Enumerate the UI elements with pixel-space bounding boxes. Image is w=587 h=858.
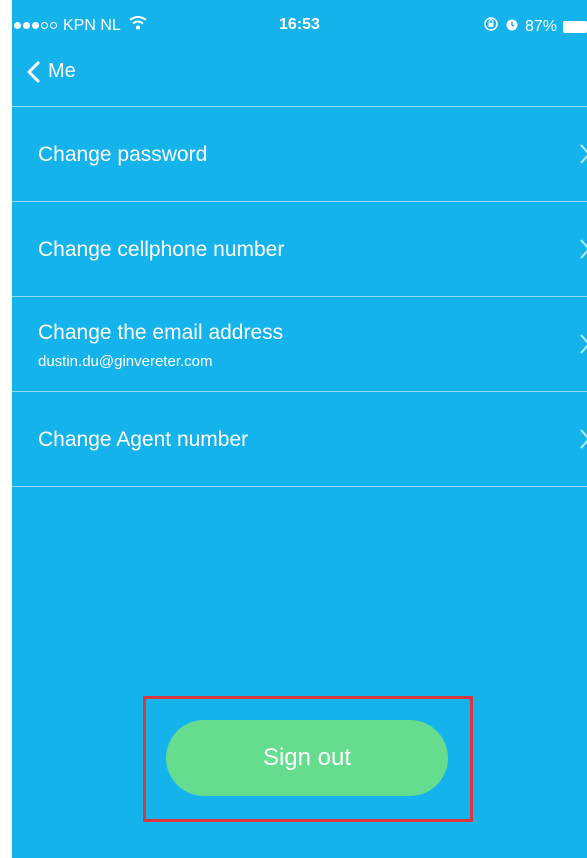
chevron-right-icon — [579, 428, 587, 455]
menu-item-change-password[interactable]: Change password — [12, 107, 587, 202]
chevron-right-icon — [579, 143, 587, 170]
status-right: 87% — [483, 16, 587, 37]
menu-item-change-email[interactable]: Change the email address dustin.du@ginve… — [12, 297, 587, 392]
sign-out-button[interactable]: Sign out — [166, 720, 448, 796]
back-label: Me — [48, 60, 76, 82]
menu-item-change-agent-number[interactable]: Change Agent number — [12, 392, 587, 487]
alarm-icon — [505, 16, 519, 37]
chevron-right-icon — [579, 333, 587, 360]
menu-item-label: Change the email address — [38, 321, 284, 344]
orientation-lock-icon — [483, 16, 499, 37]
settings-screen: KPN NL 16:53 87% Me Change password Chan… — [12, 0, 587, 858]
back-button[interactable]: Me — [26, 60, 76, 83]
menu-item-label: Change cellphone number — [38, 238, 285, 261]
email-value: dustin.du@ginvereter.com — [38, 353, 213, 370]
chevron-left-icon — [27, 61, 40, 82]
chevron-right-icon — [579, 238, 587, 265]
settings-menu: Change password Change cellphone number … — [12, 107, 587, 487]
status-bar: KPN NL 16:53 87% — [12, 0, 587, 44]
menu-item-label: Change Agent number — [38, 428, 249, 451]
battery-percent: 87% — [524, 17, 557, 35]
menu-item-label: Change password — [38, 143, 208, 166]
battery-icon — [563, 20, 587, 33]
signout-highlight-box: Sign out — [143, 696, 473, 822]
menu-item-change-cellphone[interactable]: Change cellphone number — [12, 202, 587, 297]
nav-bar: Me — [12, 44, 587, 107]
